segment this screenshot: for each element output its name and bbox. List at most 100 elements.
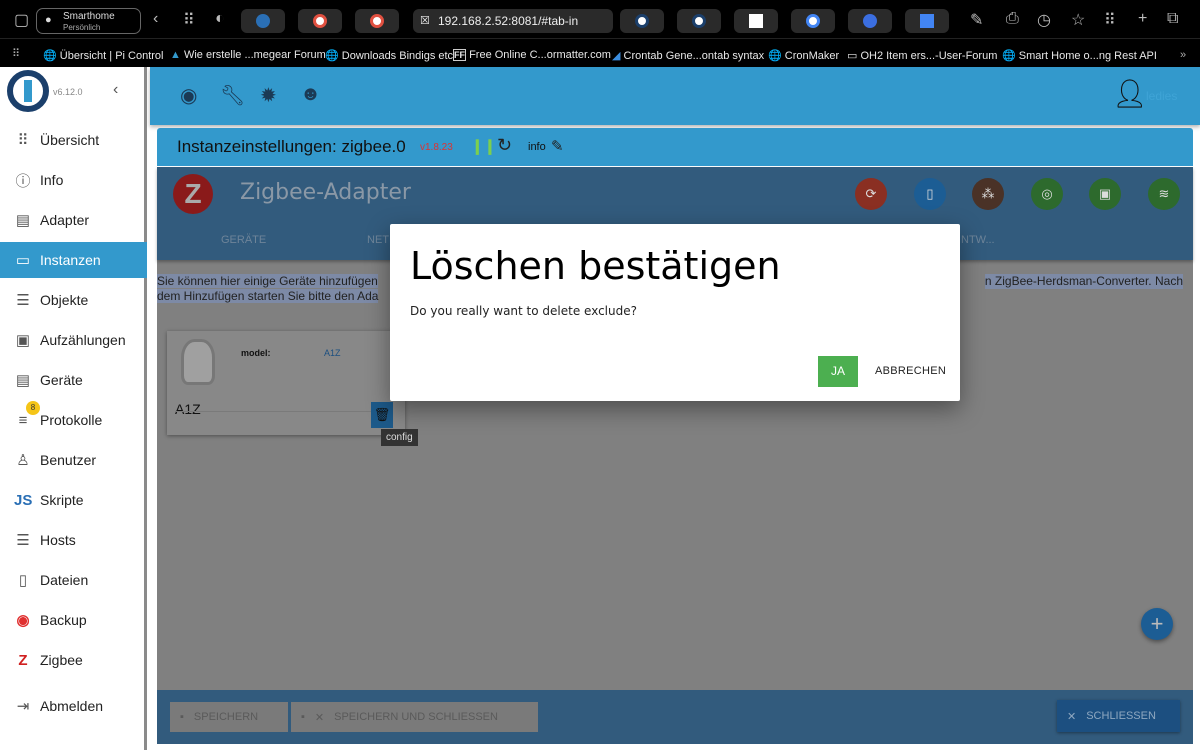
tabs-overview-icon[interactable]: ⧉ <box>1167 10 1178 28</box>
network-button[interactable]: ≋ <box>1148 178 1180 210</box>
profile-switcher[interactable]: ● Smarthome Persönlich <box>36 8 141 34</box>
expert-mode-icon[interactable]: ☻ <box>300 83 321 106</box>
save-close-button[interactable]: ▪ ✕ SPEICHERN UND SCHLIESSEN <box>291 702 538 732</box>
sidebar-item-label: Protokolle <box>40 412 103 428</box>
shield-icon[interactable]: ◐ <box>215 10 225 28</box>
pause-icon[interactable]: ❙❙ <box>471 137 496 155</box>
sidebar-item-instances[interactable]: ▭ Instanzen <box>0 242 147 278</box>
apps-icon[interactable]: ⠿ <box>1104 10 1116 30</box>
sidebar-item-backup[interactable]: ◉ Backup <box>0 602 147 638</box>
config-footer: ▪ SPEICHERN ▪ ✕ SPEICHERN UND SCHLIESSEN ✕ S… <box>157 690 1193 744</box>
sidebar: v6.12.0 ‹ ⠿ Übersicht ⓘ Info ▤ Adapter ▭ Instan… <box>0 67 147 750</box>
edit-icon[interactable]: ✎ <box>970 10 983 30</box>
sidebar-item-zigbee[interactable]: Z Zigbee <box>0 642 147 678</box>
browser-tab[interactable] <box>848 9 892 33</box>
cancel-button[interactable]: ABBRECHEN <box>875 365 946 377</box>
bookmark[interactable]: 🌐 Übersicht | Pi Control <box>43 49 164 62</box>
tab-grid-icon[interactable]: ⠿ <box>183 10 195 30</box>
tab-network[interactable]: NET <box>367 234 389 246</box>
browser-tab[interactable] <box>791 9 835 33</box>
hosts-icon: ☰ <box>16 532 30 549</box>
sidebar-item-devices[interactable]: ▤ Geräte <box>0 362 147 398</box>
sidebar-item-info[interactable]: ⓘ Info <box>0 162 147 198</box>
bookmark[interactable]: 🌐 Smart Home o...ng Rest API <box>1002 49 1157 62</box>
edit-icon[interactable]: ✎ <box>551 137 564 155</box>
user-name[interactable]: ledies <box>1146 89 1177 103</box>
download-device-button[interactable]: ▯ <box>914 178 946 210</box>
sync-button[interactable]: ⟳ <box>855 178 887 210</box>
sidebar-item-label: Instanzen <box>40 252 101 268</box>
add-device-button[interactable]: + <box>1141 608 1173 640</box>
info-link[interactable]: info <box>528 141 546 153</box>
backup-icon: ◉ <box>16 612 30 629</box>
confirm-button[interactable]: JA <box>818 356 858 387</box>
sidebar-item-label: Geräte <box>40 372 83 388</box>
bookmarks-bar: ⠿ 🌐 Übersicht | Pi Control ▲ Wie erstell… <box>0 38 1200 67</box>
user-icon: ♙ <box>16 452 30 469</box>
model-label: model: <box>241 348 271 358</box>
devices-icon: ▤ <box>15 372 31 389</box>
save-button[interactable]: ▪ SPEICHERN <box>170 702 288 732</box>
sidebar-item-label: Übersicht <box>40 132 100 148</box>
browser-tab[interactable] <box>298 9 342 33</box>
browser-tab[interactable] <box>241 9 285 33</box>
eye-icon[interactable]: ◉ <box>180 83 197 108</box>
browser-tab[interactable] <box>734 9 778 33</box>
info-icon: ⓘ <box>15 172 31 190</box>
device-card[interactable]: model: A1Z A1Z 🗑︎ config <box>167 331 418 446</box>
wrench-icon[interactable]: 🔧︎ <box>220 83 245 108</box>
sidebar-item-log[interactable]: ≡ Protokolle 8 <box>0 401 147 438</box>
close-button[interactable]: ✕ SCHLIESSEN <box>1057 700 1180 732</box>
dialog-title: Löschen bestätigen <box>410 244 781 288</box>
sidebar-item-js[interactable]: JS Skripte <box>0 482 147 518</box>
bookmark[interactable]: ◢ Crontab Gene...ontab syntax <box>612 49 764 62</box>
browser-tab[interactable] <box>905 9 949 33</box>
user-avatar-icon[interactable]: 👤︎ <box>1112 77 1148 110</box>
sidebar-item-grid[interactable]: ⠿ Übersicht <box>0 122 147 158</box>
star-icon[interactable]: ☆ <box>1071 10 1085 30</box>
bookmark[interactable]: ▲ Wie erstelle ...megear Forum <box>170 49 326 61</box>
brightness-icon[interactable]: ✹ <box>260 83 277 108</box>
delete-button[interactable]: 🗑︎ <box>371 402 393 428</box>
history-icon[interactable]: ◷ <box>1037 10 1051 30</box>
enum-icon: ▣ <box>15 332 31 349</box>
new-tab-icon[interactable]: + <box>1138 10 1147 28</box>
bookmark[interactable]: ▭ OH2 Item ers...-User-Forum <box>847 49 997 62</box>
sidebar-item-files[interactable]: ▯ Dateien <box>0 562 147 598</box>
signal-button[interactable]: ◎ <box>1031 178 1063 210</box>
sidebar-toggle-icon[interactable]: ▢ <box>14 10 29 30</box>
save-icon: ▪ <box>301 711 305 723</box>
browser-tab[interactable] <box>355 9 399 33</box>
reload-icon[interactable]: ↻ <box>497 135 512 156</box>
collapse-sidebar-icon[interactable]: ‹ <box>113 81 118 99</box>
chip-button[interactable]: ▣ <box>1089 178 1121 210</box>
more-bookmarks-icon[interactable]: » <box>1180 49 1186 61</box>
js-icon: JS <box>14 491 33 509</box>
sidebar-item-store[interactable]: ▤ Adapter <box>0 202 147 238</box>
pairing-button[interactable]: ⁂ <box>972 178 1004 210</box>
sidebar-item-enum[interactable]: ▣ Aufzählungen <box>0 322 147 358</box>
sidebar-item-label: Info <box>40 172 64 188</box>
app-bar: ◉ 🔧︎ ✹ ☻ 👤︎ ledies <box>150 67 1200 125</box>
sidebar-item-user[interactable]: ♙ Benutzer <box>0 442 147 478</box>
sidebar-item-label: Aufzählungen <box>40 332 126 348</box>
browser-tab[interactable] <box>677 9 721 33</box>
sidebar-item-logout[interactable]: ⇥ Abmelden <box>0 688 147 724</box>
print-icon[interactable]: ⎙ <box>1006 10 1019 28</box>
apps-icon[interactable]: ⠿ <box>12 47 20 60</box>
close-tab-icon[interactable]: ☒ <box>420 14 430 27</box>
sidebar-item-label: Hosts <box>40 532 76 548</box>
close-icon: ✕ <box>314 711 325 724</box>
back-icon[interactable]: ‹ <box>153 10 158 28</box>
notification-badge: 8 <box>26 401 40 415</box>
bookmark[interactable]: 🌐 CronMaker <box>768 49 839 62</box>
tab-network-map[interactable]: NTW... <box>961 234 995 246</box>
store-icon: ▤ <box>15 212 31 229</box>
bookmark[interactable]: 🌐 Downloads Bindigs etc <box>325 49 453 62</box>
address-bar[interactable]: ☒ 192.168.2.52:8081/#tab-in <box>413 9 613 33</box>
sidebar-item-hosts[interactable]: ☰ Hosts <box>0 522 147 558</box>
tab-geraete[interactable]: GERÄTE <box>221 234 266 246</box>
bookmark[interactable]: FF Free Online C...ormatter.com <box>453 49 611 61</box>
browser-tab[interactable] <box>620 9 664 33</box>
sidebar-item-list[interactable]: ☰ Objekte <box>0 282 147 318</box>
